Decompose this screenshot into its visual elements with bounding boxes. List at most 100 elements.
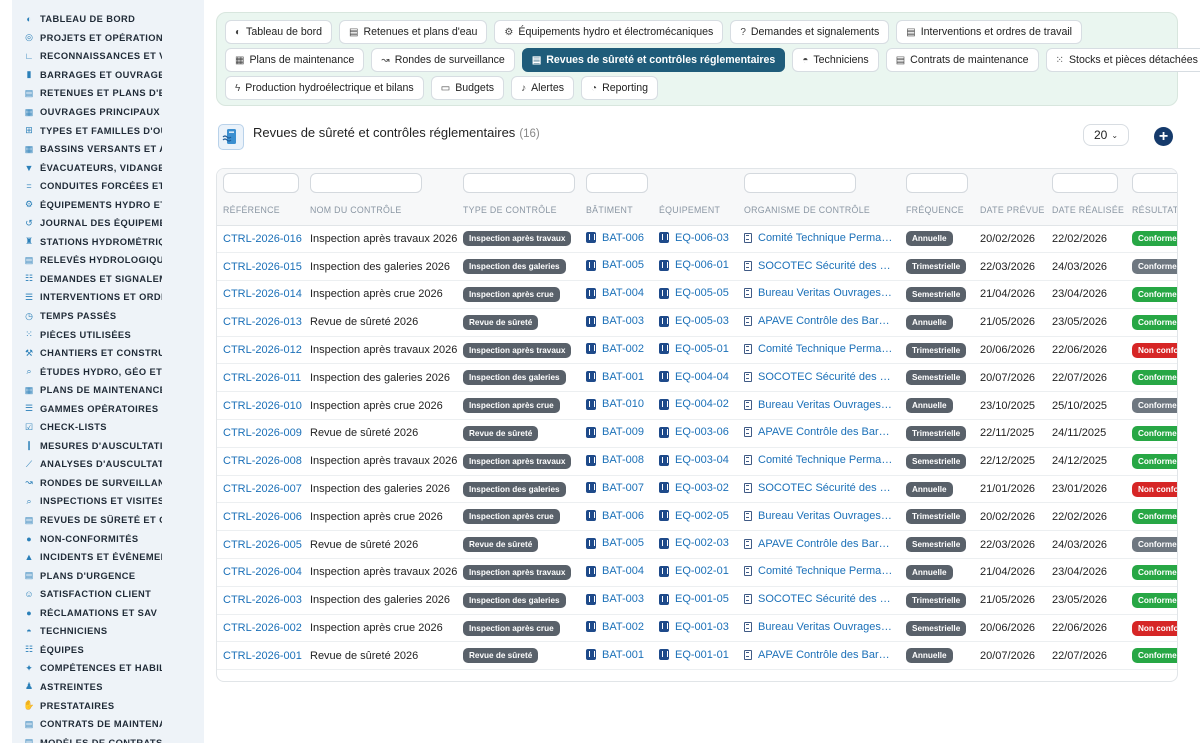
reference-link[interactable]: CTRL-2026-008 (223, 455, 302, 467)
nav-tab[interactable]: ◓ Techniciens (792, 48, 879, 72)
building-link[interactable]: BAT-007 (602, 482, 644, 494)
reference-link[interactable]: CTRL-2026-013 (223, 316, 302, 328)
reference-link[interactable]: CTRL-2026-012 (223, 344, 302, 356)
table-row[interactable]: CTRL-2026-009 Revue de sûreté 2026 Revue d… (217, 419, 1177, 448)
organization-link[interactable]: SOCOTEC Sécurité des Barrages (758, 593, 893, 605)
table-row[interactable]: CTRL-2026-005 Revue de sûreté 2026 Revue d… (217, 530, 1177, 560)
nav-tab[interactable]: ↝ Rondes de surveillance (371, 48, 515, 72)
organization-link[interactable]: Bureau Veritas Ouvrages Hydrauliques (758, 621, 893, 633)
reference-link[interactable]: CTRL-2026-007 (223, 483, 302, 495)
reference-link[interactable]: CTRL-2026-010 (223, 400, 302, 412)
equipment-link[interactable]: EQ-004-02 (675, 398, 729, 410)
sidebar-item[interactable]: ◓ TECHNICIENS (12, 622, 204, 641)
sidebar-item[interactable]: ⟋ ANALYSES D'AUSCULTATION (12, 455, 204, 474)
sidebar-item[interactable]: ☺ SATISFACTION CLIENT (12, 585, 204, 604)
building-link[interactable]: BAT-002 (602, 343, 644, 355)
sidebar-item[interactable]: ☰ INTERVENTIONS ET ORDRES DE TRAVAIL (12, 288, 204, 307)
equipment-link-wrap[interactable]: EQ-004-04 (659, 371, 729, 383)
equipment-link-wrap[interactable]: EQ-003-06 (659, 426, 729, 438)
column-header[interactable]: ORGANISME DE CONTRÔLE (738, 195, 900, 226)
equipment-link-wrap[interactable]: EQ-001-05 (659, 593, 729, 605)
equipment-link-wrap[interactable]: EQ-005-05 (659, 287, 729, 299)
equipment-link[interactable]: EQ-006-03 (675, 232, 729, 244)
equipment-link-wrap[interactable]: EQ-006-01 (659, 259, 729, 271)
sidebar-item[interactable]: ▤ PLANS D'URGENCE (12, 566, 204, 585)
column-header[interactable]: BÂTIMENT (580, 195, 653, 226)
nav-tab[interactable]: ▭ Budgets (430, 76, 505, 100)
organization-link-wrap[interactable]: SOCOTEC Sécurité des Barrages (744, 593, 893, 605)
table-row[interactable]: CTRL-2026-008 Inspection après travaux 20… (217, 447, 1177, 476)
column-header[interactable]: DATE PRÉVUE (974, 195, 1046, 226)
column-filter-input[interactable] (1132, 173, 1177, 193)
equipment-link[interactable]: EQ-003-02 (675, 482, 729, 494)
reference-link[interactable]: CTRL-2026-016 (223, 233, 302, 245)
equipment-link[interactable]: EQ-004-04 (675, 371, 729, 383)
reference-link[interactable]: CTRL-2026-001 (223, 650, 302, 662)
organization-link[interactable]: APAVE Contrôle des Barrages (758, 538, 893, 550)
table-row[interactable]: CTRL-2026-015 Inspection des galeries 202… (217, 252, 1177, 282)
controls-table-container[interactable]: RÉFÉRENCE NOM DU CONTRÔLE TYPE DE CONTRÔLE… (216, 168, 1178, 682)
reference-link[interactable]: CTRL-2026-014 (223, 288, 302, 300)
sidebar-item[interactable]: ⁙ PIÈCES UTILISÉES (12, 325, 204, 344)
equipment-link[interactable]: EQ-002-03 (675, 537, 729, 549)
organization-link-wrap[interactable]: Bureau Veritas Ouvrages Hydrauliques (744, 287, 893, 299)
building-link[interactable]: BAT-005 (602, 259, 644, 271)
building-link[interactable]: BAT-001 (602, 649, 644, 661)
nav-tab[interactable]: ◔ Reporting (581, 76, 659, 100)
table-row[interactable]: CTRL-2026-010 Inspection après crue 2026 I… (217, 391, 1177, 421)
organization-link-wrap[interactable]: Bureau Veritas Ouvrages Hydrauliques (744, 621, 893, 633)
column-filter-input[interactable] (463, 173, 575, 193)
equipment-link[interactable]: EQ-001-01 (675, 649, 729, 661)
add-button[interactable]: + (1154, 127, 1173, 146)
building-link-wrap[interactable]: BAT-005 (586, 259, 644, 271)
reference-link[interactable]: CTRL-2026-003 (223, 594, 302, 606)
sidebar-item[interactable]: ▤ RETENUES ET PLANS D'EAU (12, 84, 204, 103)
sidebar-item[interactable]: ▦ PLANS DE MAINTENANCE (12, 381, 204, 400)
table-row[interactable]: CTRL-2026-004 Inspection après travaux 20… (217, 558, 1177, 587)
sidebar-item[interactable]: ☑ CHECK-LISTS (12, 418, 204, 437)
building-link-wrap[interactable]: BAT-006 (586, 232, 644, 244)
equipment-link[interactable]: EQ-006-01 (675, 259, 729, 271)
building-link-wrap[interactable]: BAT-010 (586, 398, 644, 410)
column-header[interactable]: NOM DU CONTRÔLE (304, 195, 457, 226)
equipment-link[interactable]: EQ-003-04 (675, 454, 729, 466)
organization-link[interactable]: SOCOTEC Sécurité des Barrages (758, 371, 893, 383)
sidebar-item[interactable]: ♜ STATIONS HYDROMÉTRIQUES (12, 233, 204, 252)
sidebar-item[interactable]: ● NON-CONFORMITÉS (12, 529, 204, 548)
equipment-link[interactable]: EQ-003-06 (675, 426, 729, 438)
sidebar-item[interactable]: ⊞ TYPES ET FAMILLES D'OUVRAGES (12, 121, 204, 140)
sidebar-item[interactable]: ↺ JOURNAL DES ÉQUIPEMENTS (12, 214, 204, 233)
nav-tab[interactable]: ▤ Contrats de maintenance (885, 48, 1039, 72)
organization-link[interactable]: Comité Technique Permanent des Barrages (758, 565, 893, 577)
column-filter-input[interactable] (223, 173, 299, 193)
sidebar-item[interactable]: ▤ REVUES DE SÛRETÉ ET CONTRÔLES (12, 511, 204, 530)
sidebar-item[interactable]: ⚒ CHANTIERS ET CONSTRUCTIONS (12, 344, 204, 363)
organization-link[interactable]: Bureau Veritas Ouvrages Hydrauliques (758, 287, 893, 299)
sidebar-item[interactable]: ✦ COMPÉTENCES ET HABILITATIONS (12, 659, 204, 678)
organization-link-wrap[interactable]: Comité Technique Permanent des Barrages (744, 565, 893, 577)
sidebar-item[interactable]: ⌕ INSPECTIONS ET VISITES (12, 492, 204, 511)
organization-link[interactable]: SOCOTEC Sécurité des Barrages (758, 482, 893, 494)
equipment-link-wrap[interactable]: EQ-004-02 (659, 398, 729, 410)
column-header[interactable]: RÉSULTAT (1126, 195, 1177, 226)
building-link[interactable]: BAT-005 (602, 537, 644, 549)
building-link[interactable]: BAT-003 (602, 593, 644, 605)
building-link-wrap[interactable]: BAT-008 (586, 454, 644, 466)
building-link-wrap[interactable]: BAT-004 (586, 287, 644, 299)
sidebar-item[interactable]: ▲ INCIDENTS ET ÉVÉNEMENTS (12, 548, 204, 567)
organization-link-wrap[interactable]: Comité Technique Permanent des Barrages (744, 343, 893, 355)
equipment-link[interactable]: EQ-001-05 (675, 593, 729, 605)
reference-link[interactable]: CTRL-2026-006 (223, 511, 302, 523)
building-link[interactable]: BAT-009 (602, 426, 644, 438)
nav-tab[interactable]: ϟ Production hydroélectrique et bilans (225, 76, 424, 100)
sidebar-item[interactable]: ↝ RONDES DE SURVEILLANCE (12, 474, 204, 493)
building-link-wrap[interactable]: BAT-004 (586, 565, 644, 577)
organization-link-wrap[interactable]: APAVE Contrôle des Barrages (744, 538, 893, 550)
organization-link-wrap[interactable]: APAVE Contrôle des Barrages (744, 649, 893, 661)
equipment-link[interactable]: EQ-005-03 (675, 315, 729, 327)
building-link[interactable]: BAT-001 (602, 371, 644, 383)
building-link-wrap[interactable]: BAT-009 (586, 426, 644, 438)
table-row[interactable]: CTRL-2026-012 Inspection après travaux 20… (217, 336, 1177, 365)
sidebar-item[interactable]: ● RÉCLAMATIONS ET SAV (12, 604, 204, 623)
nav-tab[interactable]: ▦ Plans de maintenance (225, 48, 365, 72)
